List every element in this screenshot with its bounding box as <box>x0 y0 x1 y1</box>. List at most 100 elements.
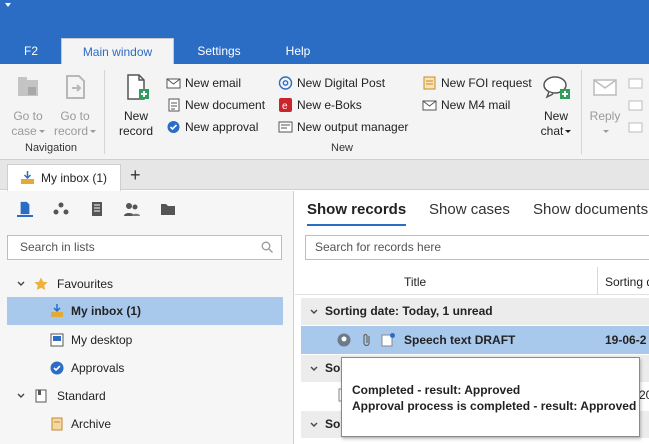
chevron-down-icon <box>565 130 572 134</box>
mail-icon <box>628 78 643 89</box>
new-record-button[interactable]: New record <box>114 72 158 139</box>
tab-show-records[interactable]: Show records <box>307 201 407 226</box>
record-icon <box>66 75 85 99</box>
search-records-placeholder: Search for records here <box>315 240 442 254</box>
add-tab-button[interactable]: + <box>130 166 141 184</box>
column-separator[interactable] <box>597 267 598 295</box>
new-approval-label: New approval <box>185 120 259 134</box>
star-icon <box>34 277 48 290</box>
tree-archive-label: Archive <box>71 417 112 431</box>
column-sorting-date[interactable]: Sorting date <box>605 275 649 289</box>
record-title: Speech text DRAFT <box>404 333 516 347</box>
folder-icon[interactable] <box>160 201 176 217</box>
group-label-new: New <box>331 142 354 154</box>
go-to-record-label-1: Go to <box>60 109 90 123</box>
tree-approvals[interactable]: Approvals <box>0 354 294 382</box>
group-row-today-label: Sorting date: Today, 1 unread <box>325 304 493 318</box>
mail-icon <box>628 100 643 111</box>
quick-access-dropdown-icon[interactable] <box>5 3 11 7</box>
tree-my-desktop[interactable]: My desktop <box>0 326 294 354</box>
new-document-button[interactable]: New document <box>166 96 265 114</box>
chevron-down-icon <box>17 281 25 286</box>
new-document-label: New document <box>185 98 266 112</box>
new-output-manager-button[interactable]: New output manager <box>278 118 408 136</box>
new-digital-post-button[interactable]: New Digital Post <box>278 74 385 92</box>
new-email-button[interactable]: New email <box>166 74 241 92</box>
ribbon-separator <box>581 70 582 154</box>
tooltip-line-2: Approval process is completed - result: … <box>352 399 637 413</box>
new-foi-request-button[interactable]: New FOI request <box>422 74 532 92</box>
new-record-icon <box>127 74 149 100</box>
reply-icon <box>593 79 617 96</box>
new-m4-mail-button[interactable]: New M4 mail <box>422 96 510 114</box>
search-in-lists-input[interactable]: Search in lists <box>7 235 282 260</box>
chevron-down-icon <box>90 130 96 134</box>
ribbon: Go to case Go to record Navigation New r… <box>0 64 649 160</box>
mail-icon <box>628 122 643 133</box>
new-chat-label-2: chat <box>540 124 564 138</box>
tree-my-inbox[interactable]: My inbox (1) <box>7 297 283 325</box>
title-bar <box>0 0 649 38</box>
tree-my-inbox-label: My inbox (1) <box>71 304 142 318</box>
unread-document-icon <box>381 333 395 347</box>
tab-settings[interactable]: Settings <box>184 38 254 64</box>
eboks-icon: e <box>279 98 292 112</box>
tab-main-window[interactable]: Main window <box>61 38 174 64</box>
inbox-icon <box>51 304 63 317</box>
tab-help[interactable]: Help <box>273 38 323 64</box>
records-icon[interactable] <box>17 201 33 217</box>
tab-show-cases[interactable]: Show cases <box>429 201 510 218</box>
tree-archive[interactable]: Archive <box>0 410 294 438</box>
document-tabs: My inbox (1) <box>0 160 649 191</box>
new-eboks-label: New e-Boks <box>297 98 362 112</box>
desktop-icon <box>50 333 64 347</box>
chat-icon <box>543 76 570 99</box>
foi-request-icon <box>423 76 436 90</box>
attachment-icon <box>363 333 370 347</box>
approval-tooltip: Completed - result: Approved Approval pr… <box>341 357 640 437</box>
users-icon[interactable] <box>124 201 140 217</box>
go-to-record-button[interactable]: Go to record <box>53 72 97 139</box>
go-to-record-label-2: record <box>53 124 88 138</box>
record-row-2-date: 20 <box>639 388 649 402</box>
tooltip-line-1: Completed - result: Approved <box>352 383 521 397</box>
more-mail-button[interactable] <box>628 118 647 136</box>
tab-my-inbox[interactable]: My inbox (1) <box>7 164 121 191</box>
forward-button[interactable] <box>628 74 647 92</box>
tab-f2[interactable]: F2 <box>14 38 48 64</box>
chevron-down-icon <box>310 422 318 427</box>
reply-all-button[interactable] <box>628 96 647 114</box>
go-to-case-label-2: case <box>11 124 37 138</box>
tab-show-documents[interactable]: Show documents <box>533 201 648 218</box>
at-icon <box>278 76 293 90</box>
tree-favourites-label: Favourites <box>57 277 114 291</box>
search-records-input[interactable]: Search for records here <box>305 235 649 260</box>
list-icon[interactable] <box>89 201 105 217</box>
svg-text:e: e <box>282 101 288 112</box>
new-record-label-2: record <box>118 124 153 138</box>
search-in-lists-placeholder: Search in lists <box>20 240 95 254</box>
folder-icon <box>35 389 47 403</box>
approval-status-icon <box>337 333 351 347</box>
column-title[interactable]: Title <box>404 275 426 289</box>
group-row-today[interactable]: Sorting date: Today, 1 unread <box>301 298 649 325</box>
new-digital-post-label: New Digital Post <box>297 76 386 90</box>
tree-approvals-label: Approvals <box>71 361 125 375</box>
organisation-icon[interactable] <box>53 201 69 217</box>
archive-icon <box>51 417 63 431</box>
m4-mail-icon <box>422 100 437 111</box>
reply-button[interactable]: Reply <box>588 72 622 139</box>
record-sorting-date: 19-06-2 <box>605 333 647 347</box>
new-approval-button[interactable]: New approval <box>166 118 258 136</box>
tree-my-desktop-label: My desktop <box>71 333 133 347</box>
new-eboks-button[interactable]: e New e-Boks <box>278 96 362 114</box>
record-row[interactable]: Speech text DRAFT 19-06-2 <box>301 326 649 354</box>
left-pane-toolbar <box>0 191 294 227</box>
tree-standard[interactable]: Standard <box>0 382 294 410</box>
go-to-case-button[interactable]: Go to case <box>8 72 48 139</box>
new-chat-button[interactable]: New chat <box>538 72 574 139</box>
tree-favourites[interactable]: Favourites <box>0 270 294 298</box>
output-manager-icon <box>278 121 293 133</box>
group-row-2-label: So <box>325 361 341 375</box>
email-icon <box>166 78 181 89</box>
